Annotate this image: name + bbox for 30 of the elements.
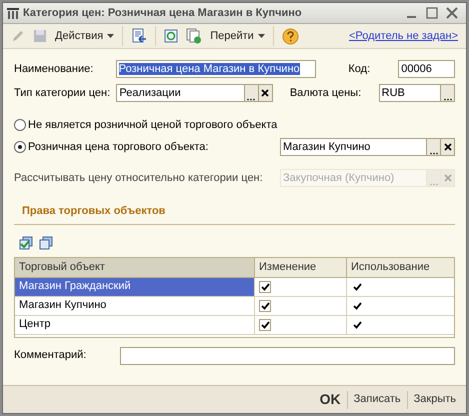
field-label: Комментарий: [14, 348, 88, 364]
field-label: Наименование: [14, 62, 94, 77]
column-header[interactable]: Использование [347, 258, 454, 276]
window-title: Категория цен: Розничная цена Магазин в Купчино [23, 6, 302, 21]
parent-link[interactable]: <Родитель не задан> [348, 28, 458, 44]
column-header[interactable]: Изменение [255, 258, 347, 276]
code-field[interactable]: 00006 [398, 60, 455, 78]
footer-button[interactable]: Записать [348, 391, 407, 408]
footer-button[interactable]: OK [314, 389, 347, 410]
column-header[interactable]: Торговый объект [15, 258, 255, 276]
table-cell: Центр [15, 316, 255, 334]
section-title: Права торговых объектов [22, 205, 166, 217]
table-row[interactable]: Центр [15, 316, 454, 334]
currency-field[interactable]: RUB [378, 84, 455, 102]
radio-label[interactable]: Розничная цена торгового объекта: [28, 138, 208, 156]
table-row[interactable]: Магазин Купчино [15, 296, 454, 316]
name-field[interactable]: Розничная цена Магазин в Купчино [116, 60, 316, 78]
table-row[interactable]: Магазин Гражданский [15, 278, 454, 296]
retail-object-field[interactable]: Магазин Купчино [280, 138, 455, 156]
field-label: Рассчитывать цену относительно категории цен: [14, 170, 263, 186]
field-label: Тип категории цен: [14, 86, 112, 101]
table-cell: Магазин Купчино [15, 296, 255, 314]
radio-label[interactable]: Не является розничной ценой торгового объекта [28, 116, 278, 134]
footer-button[interactable]: Закрыть [408, 391, 462, 408]
table-cell: Магазин Гражданский [15, 278, 255, 296]
goto-menu[interactable]: Перейти [206, 28, 269, 44]
field-label: Валюта цены: [290, 86, 362, 101]
field-label: Код: [348, 62, 372, 77]
price-type-field[interactable]: Реализации [116, 84, 273, 102]
actions-menu[interactable]: Действия [51, 28, 118, 44]
